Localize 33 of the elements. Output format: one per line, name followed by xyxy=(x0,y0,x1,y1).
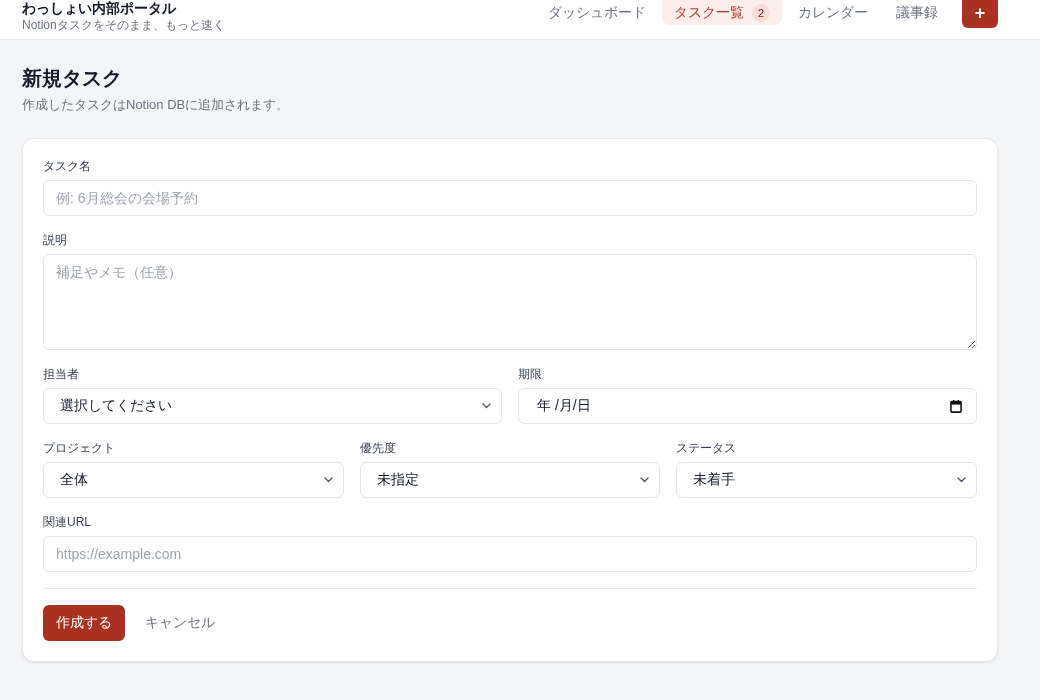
chevron-down-icon xyxy=(640,477,650,483)
select-field[interactable]: 未着手 xyxy=(676,462,977,498)
create-button[interactable]: 作成する xyxy=(43,605,125,641)
input-field[interactable]: https://example.com xyxy=(43,536,977,572)
chevron-down-icon xyxy=(957,477,966,483)
chevron-down-icon xyxy=(323,477,333,483)
page-title: 新規タスク xyxy=(22,66,123,91)
nav-tab[interactable]: ダッシュボード xyxy=(536,0,658,25)
select-field[interactable]: 選択してください xyxy=(43,388,502,424)
nav-tab[interactable]: 議事録 xyxy=(884,0,950,25)
nav-tab[interactable]: カレンダー xyxy=(786,0,880,25)
field-label: 関連URL xyxy=(43,514,92,530)
nav-tab[interactable]: タスク一覧 2 xyxy=(662,0,782,25)
field-label: 期限 xyxy=(518,366,543,382)
textarea-field[interactable]: 補足やメモ（任意） xyxy=(43,254,977,350)
select-field[interactable]: 未指定 xyxy=(359,462,661,498)
select-field[interactable]: 全体 xyxy=(43,462,344,498)
page-subtitle: 作成したタスクはNotion DBに追加されます。 xyxy=(22,96,291,114)
field-label: ステータス xyxy=(676,440,738,456)
chevron-down-icon xyxy=(482,403,491,409)
add-button[interactable]: + xyxy=(962,0,998,28)
input-field[interactable]: 例: 6月総会の会場予約 xyxy=(43,180,977,216)
count-badge: 2 xyxy=(752,3,770,22)
app-subtitle: Notionタスクをそのまま、もっと速く xyxy=(22,17,225,33)
app-title: わっしょい内部ポータル xyxy=(22,0,177,17)
field-label: 説明 xyxy=(43,232,68,248)
field-label: プロジェクト xyxy=(43,440,116,456)
date-field[interactable]: 年 /月/日 xyxy=(518,388,977,424)
cancel-button[interactable]: キャンセル xyxy=(133,605,227,641)
field-label: タスク名 xyxy=(43,158,92,174)
field-label: 担当者 xyxy=(43,366,80,382)
calendar-icon xyxy=(950,399,962,413)
field-label: 優先度 xyxy=(359,440,397,456)
